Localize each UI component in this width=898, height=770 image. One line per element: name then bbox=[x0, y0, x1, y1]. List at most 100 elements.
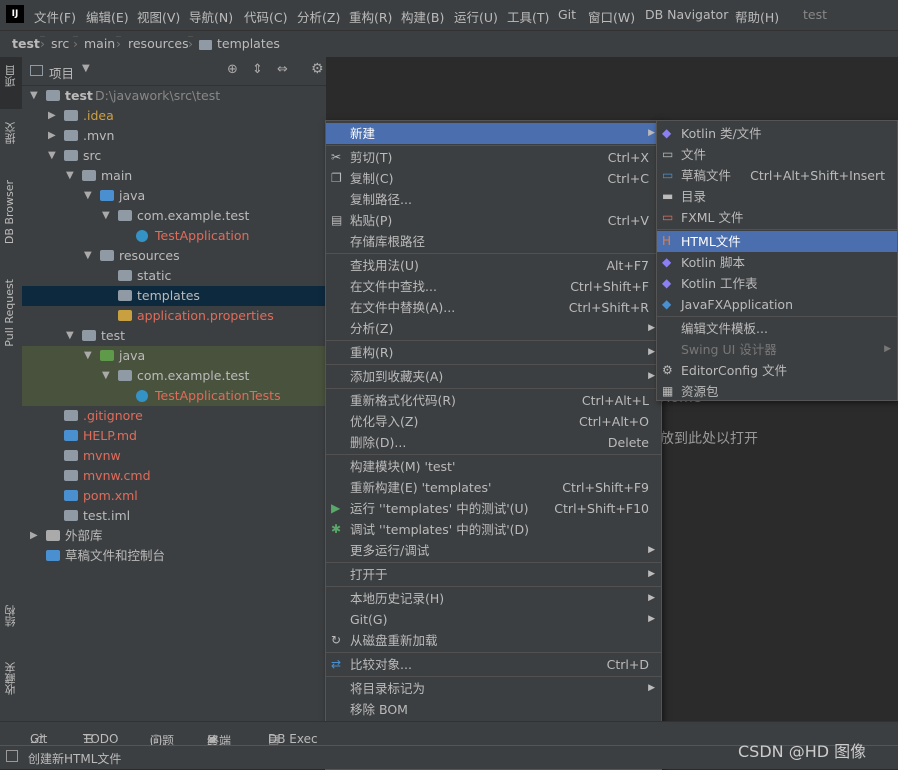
menu-item[interactable]: ⚙ EditorConfig 文件 bbox=[657, 360, 897, 381]
tree-item[interactable]: mvnw.cmd bbox=[22, 466, 326, 486]
chevron-right-icon[interactable]: ▶ bbox=[48, 106, 56, 126]
menu-item[interactable]: 复制路径... bbox=[326, 189, 661, 210]
chevron-down-icon[interactable]: ▼ bbox=[102, 366, 110, 386]
menu-item[interactable]: ▭ FXML 文件 bbox=[657, 207, 897, 228]
tree-item[interactable]: mvnw bbox=[22, 446, 326, 466]
menu-item[interactable]: 打开于 ▶ bbox=[326, 564, 661, 585]
menu-item[interactable]: ▦ 资源包 bbox=[657, 381, 897, 402]
menu-item[interactable]: 更多运行/调试 ▶ bbox=[326, 540, 661, 561]
chevron-down-icon[interactable]: ▼ bbox=[82, 63, 90, 74]
tab-commit[interactable]: 提交 bbox=[3, 122, 19, 144]
tab-project[interactable]: 项目 bbox=[3, 65, 19, 87]
tree-item[interactable]: templates bbox=[22, 286, 326, 306]
menu-build[interactable]: 构建(B) bbox=[401, 7, 444, 26]
menu-git[interactable]: Git bbox=[558, 7, 576, 22]
menu-item[interactable]: ◆ Kotlin 工作表 bbox=[657, 273, 897, 294]
tree-item[interactable]: ▼ java bbox=[22, 346, 326, 366]
menu-tools[interactable]: 工具(T) bbox=[507, 7, 549, 26]
menu-item[interactable]: 存储库根路径 bbox=[326, 231, 661, 252]
tree-item[interactable]: ▶ .mvn bbox=[22, 126, 326, 146]
menu-item[interactable]: 编辑文件模板... bbox=[657, 318, 897, 339]
breadcrumb-item[interactable]: resources bbox=[128, 36, 189, 51]
chevron-down-icon[interactable]: ▼ bbox=[48, 146, 56, 166]
chevron-right-icon[interactable]: ▶ bbox=[48, 126, 56, 146]
tree-item[interactable]: 草稿文件和控制台 bbox=[22, 546, 326, 566]
tree-item[interactable]: ▼ com.example.test bbox=[22, 206, 326, 226]
menu-item[interactable]: ◆ JavaFXApplication bbox=[657, 294, 897, 315]
menu-item[interactable]: 查找用法(U) Alt+F7 bbox=[326, 255, 661, 276]
menu-item[interactable]: ▤ 粘贴(P) Ctrl+V bbox=[326, 210, 661, 231]
menu-item[interactable]: 将目录标记为 ▶ bbox=[326, 678, 661, 699]
chevron-down-icon[interactable]: ▼ bbox=[66, 326, 74, 346]
tree-item[interactable]: ▼ test bbox=[22, 326, 326, 346]
chevron-down-icon[interactable]: ▼ bbox=[66, 166, 74, 186]
tab-db-browser[interactable]: DB Browser bbox=[3, 180, 16, 244]
menu-item[interactable]: Swing UI 设计器 ▶ bbox=[657, 339, 897, 360]
menu-item[interactable]: ✂ 剪切(T) Ctrl+X bbox=[326, 147, 661, 168]
menu-item[interactable]: ↻ 从磁盘重新加载 bbox=[326, 630, 661, 651]
menu-item[interactable]: 移除 BOM bbox=[326, 699, 661, 720]
chevron-down-icon[interactable]: ▼ bbox=[84, 246, 92, 266]
tab-structure[interactable]: 结构 bbox=[3, 605, 19, 627]
menu-item[interactable]: Git(G) ▶ bbox=[326, 609, 661, 630]
menu-item[interactable]: ⇄ 比较对象... Ctrl+D bbox=[326, 654, 661, 675]
menu-item[interactable]: 添加到收藏夹(A) ▶ bbox=[326, 366, 661, 387]
menu-view[interactable]: 视图(V) bbox=[137, 7, 180, 26]
project-panel-title[interactable]: 项目 bbox=[49, 63, 74, 82]
menu-item[interactable]: ❐ 复制(C) Ctrl+C bbox=[326, 168, 661, 189]
menu-item[interactable]: 删除(D)... Delete bbox=[326, 432, 661, 453]
tree-item[interactable]: .gitignore bbox=[22, 406, 326, 426]
tree-item[interactable]: test.iml bbox=[22, 506, 326, 526]
tab-favorites[interactable]: 收藏夹 bbox=[3, 662, 19, 695]
tree-item[interactable]: ▼ com.example.test bbox=[22, 366, 326, 386]
tree-item[interactable]: application.properties bbox=[22, 306, 326, 326]
tab-pull-request[interactable]: Pull Request bbox=[3, 279, 16, 347]
tree-item[interactable]: static bbox=[22, 266, 326, 286]
menu-item[interactable]: H HTML文件 bbox=[657, 231, 897, 252]
menu-item[interactable]: 分析(Z) ▶ bbox=[326, 318, 661, 339]
expand-all-icon[interactable]: ⇕ bbox=[252, 62, 263, 77]
menu-item[interactable]: 重构(R) ▶ bbox=[326, 342, 661, 363]
breadcrumb-item[interactable]: test bbox=[12, 36, 40, 51]
menu-item[interactable]: 重新格式化代码(R) Ctrl+Alt+L bbox=[326, 390, 661, 411]
menu-item[interactable]: 在文件中查找... Ctrl+Shift+F bbox=[326, 276, 661, 297]
menu-file[interactable]: 文件(F) bbox=[34, 7, 76, 26]
tree-item[interactable]: TestApplicationTests bbox=[22, 386, 326, 406]
menu-refactor[interactable]: 重构(R) bbox=[349, 7, 392, 26]
chevron-down-icon[interactable]: ▼ bbox=[30, 86, 38, 106]
menu-run[interactable]: 运行(U) bbox=[454, 7, 498, 26]
tree-item[interactable]: ▶ 外部库 bbox=[22, 526, 326, 546]
tree-item[interactable]: ▼ resources bbox=[22, 246, 326, 266]
tree-item[interactable]: HELP.md bbox=[22, 426, 326, 446]
menu-code[interactable]: 代码(C) bbox=[244, 7, 287, 26]
menu-item[interactable]: 本地历史记录(H) ▶ bbox=[326, 588, 661, 609]
breadcrumb-item[interactable]: main bbox=[84, 36, 115, 51]
tree-item[interactable]: ▼ test D:\javawork\src\test bbox=[22, 86, 326, 106]
menu-item[interactable]: ▭ 文件 bbox=[657, 144, 897, 165]
menu-item[interactable]: ▬ 目录 bbox=[657, 186, 897, 207]
menu-item[interactable]: ✱ 调试 ''templates' 中的测试'(D) bbox=[326, 519, 661, 540]
menu-navigate[interactable]: 导航(N) bbox=[189, 7, 233, 26]
menu-window[interactable]: 窗口(W) bbox=[588, 7, 635, 26]
layout-icon[interactable] bbox=[6, 750, 18, 762]
menu-item[interactable]: 新建 ▶ bbox=[326, 123, 661, 144]
breadcrumb-item[interactable]: src bbox=[51, 36, 69, 51]
menu-item[interactable]: 优化导入(Z) Ctrl+Alt+O bbox=[326, 411, 661, 432]
breadcrumb-item[interactable]: templates bbox=[217, 36, 280, 51]
chevron-down-icon[interactable]: ▼ bbox=[84, 186, 92, 206]
menu-item[interactable]: 重新构建(E) 'templates' Ctrl+Shift+F9 bbox=[326, 477, 661, 498]
menu-db-navigator[interactable]: DB Navigator bbox=[645, 7, 728, 22]
chevron-down-icon[interactable]: ▼ bbox=[102, 206, 110, 226]
tree-item[interactable]: ▼ main bbox=[22, 166, 326, 186]
tree-item[interactable]: pom.xml bbox=[22, 486, 326, 506]
tree-item[interactable]: ▼ java bbox=[22, 186, 326, 206]
menu-item[interactable]: 在文件中替换(A)... Ctrl+Shift+R bbox=[326, 297, 661, 318]
menu-analyze[interactable]: 分析(Z) bbox=[297, 7, 340, 26]
tree-item[interactable]: ▼ src bbox=[22, 146, 326, 166]
collapse-all-icon[interactable]: ⇔ bbox=[277, 62, 288, 77]
menu-item[interactable]: 构建模块(M) 'test' bbox=[326, 456, 661, 477]
tree-item[interactable]: TestApplication bbox=[22, 226, 326, 246]
tree-item[interactable]: ▶ .idea bbox=[22, 106, 326, 126]
locate-icon[interactable]: ⊕ bbox=[227, 62, 238, 77]
menu-item[interactable]: ◆ Kotlin 脚本 bbox=[657, 252, 897, 273]
